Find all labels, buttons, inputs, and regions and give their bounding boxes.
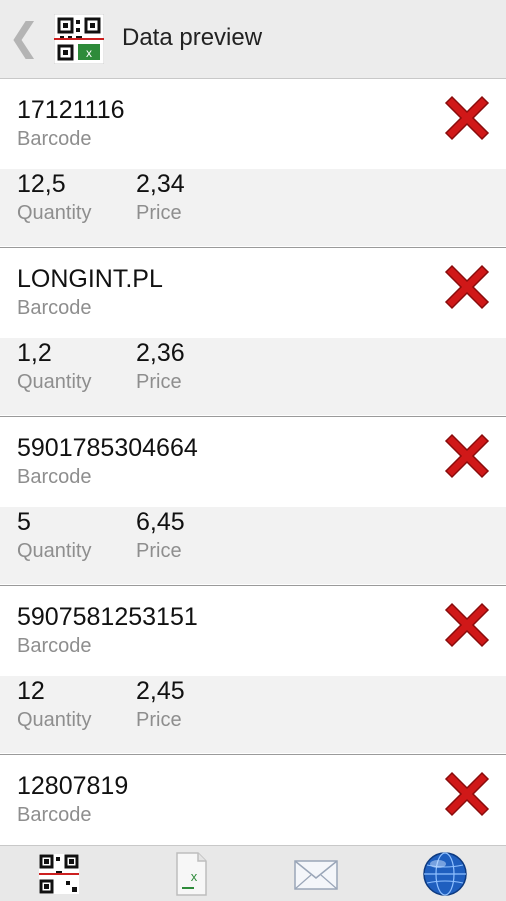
page-title: Data preview (122, 24, 263, 51)
price-label: Price (136, 202, 182, 224)
bottom-toolbar: x (0, 845, 506, 901)
mail-icon[interactable] (293, 851, 339, 897)
barcode-label: Barcode (17, 635, 92, 657)
quantity-label: Quantity (17, 709, 92, 731)
quantity-value: 5 (17, 508, 31, 536)
barcode-value: LONGINT.PL (17, 265, 163, 293)
list-item: 17121116 Barcode 12,5 Quantity 2,34 Pric… (0, 79, 506, 248)
barcode-label: Barcode (17, 804, 92, 826)
delete-icon[interactable] (442, 769, 492, 819)
price-label: Price (136, 371, 182, 393)
list-item: LONGINT.PL Barcode 1,2 Quantity 2,36 Pri… (0, 248, 506, 417)
list-item: 5901785304664 Barcode 5 Quantity 6,45 Pr… (0, 417, 506, 586)
price-value: 2,34 (136, 170, 185, 198)
quantity-value: 12,5 (17, 170, 66, 198)
quantity-label: Quantity (17, 540, 92, 562)
delete-icon[interactable] (442, 262, 492, 312)
price-value: 2,45 (136, 677, 185, 705)
price-value: 2,36 (136, 339, 185, 367)
list-item: 5907581253151 Barcode 12 Quantity 2,45 P… (0, 586, 506, 755)
price-value: 6,45 (136, 508, 185, 536)
data-list[interactable]: 17121116 Barcode 12,5 Quantity 2,34 Pric… (0, 79, 506, 845)
quantity-label: Quantity (17, 202, 92, 224)
quantity-value: 1,2 (17, 339, 52, 367)
barcode-label: Barcode (17, 466, 92, 488)
price-label: Price (136, 540, 182, 562)
delete-icon[interactable] (442, 93, 492, 143)
svg-text:x: x (86, 46, 92, 60)
price-label: Price (136, 709, 182, 731)
delete-icon[interactable] (442, 431, 492, 481)
barcode-value: 5901785304664 (17, 434, 198, 462)
svg-text:x: x (191, 869, 198, 884)
chevron-left-icon[interactable]: ❮ (8, 18, 40, 58)
barcode-value: 5907581253151 (17, 603, 198, 631)
navigation-bar: ❮ x Data preview (0, 0, 506, 79)
barcode-label: Barcode (17, 128, 92, 150)
quantity-value: 12 (17, 677, 45, 705)
barcode-value: 17121116 (17, 96, 125, 124)
globe-icon[interactable] (422, 851, 468, 897)
barcode-value: 12807819 (17, 772, 129, 800)
qr-excel-logo-icon: x (54, 14, 104, 64)
qr-code-icon[interactable] (36, 851, 82, 897)
delete-icon[interactable] (442, 600, 492, 650)
list-item: 12807819 Barcode (0, 755, 506, 845)
quantity-label: Quantity (17, 371, 92, 393)
barcode-label: Barcode (17, 297, 92, 319)
excel-file-icon[interactable]: x (168, 851, 214, 897)
